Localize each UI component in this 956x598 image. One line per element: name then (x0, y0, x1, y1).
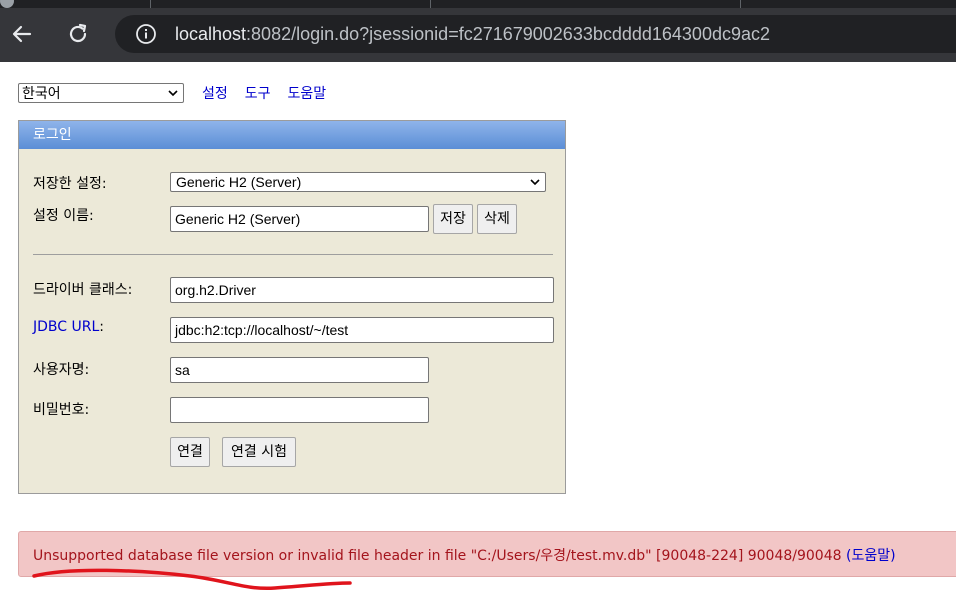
error-help-link[interactable]: (도움말) (846, 548, 896, 564)
language-select-value: 한국어 (22, 86, 61, 102)
error-message: Unsupported database file version or inv… (33, 545, 896, 565)
username-label: 사용자명: (33, 362, 90, 378)
red-underline-annotation (32, 568, 352, 591)
setting-name-input[interactable]: Generic H2 (Server) (170, 206, 429, 232)
reload-button[interactable] (65, 21, 91, 47)
top-navigation: 한국어 설정 도구 도움말 (18, 83, 326, 103)
setting-name-label: 설정 이름: (33, 208, 94, 224)
login-panel-title: 로그인 (19, 121, 565, 149)
save-button[interactable]: 저장 (433, 204, 473, 234)
username-input[interactable]: sa (170, 357, 429, 383)
jdbc-url-label: JDBC URL: (33, 319, 104, 335)
browser-toolbar: localhost:8082/login.do?jsessionid=fc271… (0, 0, 956, 62)
saved-settings-label: 저장한 설정: (33, 176, 107, 192)
delete-button[interactable]: 삭제 (477, 204, 517, 234)
test-connection-button[interactable]: 연결 시험 (222, 437, 296, 467)
help-link[interactable]: 도움말 (288, 83, 327, 103)
chevron-down-icon (168, 90, 178, 97)
chevron-down-icon (530, 179, 540, 186)
login-panel: 로그인 저장한 설정: Generic H2 (Server) 설정 이름: G… (18, 120, 566, 494)
driver-class-input[interactable]: org.h2.Driver (170, 277, 554, 303)
tab-separator (430, 0, 431, 8)
connect-button[interactable]: 연결 (170, 437, 210, 467)
info-icon[interactable] (135, 23, 157, 45)
password-input[interactable] (170, 397, 429, 423)
back-button[interactable] (9, 21, 35, 47)
saved-settings-value: Generic H2 (Server) (176, 174, 302, 190)
tab-separator (740, 0, 741, 8)
error-message-text: Unsupported database file version or inv… (33, 548, 842, 564)
language-select[interactable]: 한국어 (18, 83, 184, 103)
saved-settings-select[interactable]: Generic H2 (Server) (170, 172, 546, 192)
url-text[interactable]: localhost:8082/login.do?jsessionid=fc271… (175, 22, 770, 46)
jdbc-url-input[interactable]: jdbc:h2:tcp://localhost/~/test (170, 317, 554, 343)
tab-strip (0, 0, 956, 8)
tools-link[interactable]: 도구 (245, 83, 271, 103)
url-path: :8082/login.do?jsessionid=fc271679002633… (246, 24, 770, 44)
jdbc-url-help-link[interactable]: JDBC URL (33, 319, 99, 335)
password-label: 비밀번호: (33, 402, 90, 418)
driver-class-label: 드라이버 클래스: (33, 282, 133, 298)
tab-separator (150, 0, 151, 8)
tab-favicon (0, 0, 14, 8)
reload-icon (69, 23, 87, 43)
address-bar[interactable]: localhost:8082/login.do?jsessionid=fc271… (115, 15, 956, 53)
url-host: localhost (175, 24, 247, 44)
divider (33, 254, 553, 255)
settings-link[interactable]: 설정 (202, 83, 228, 103)
back-arrow-icon (12, 25, 32, 43)
jdbc-url-colon: : (99, 319, 104, 335)
